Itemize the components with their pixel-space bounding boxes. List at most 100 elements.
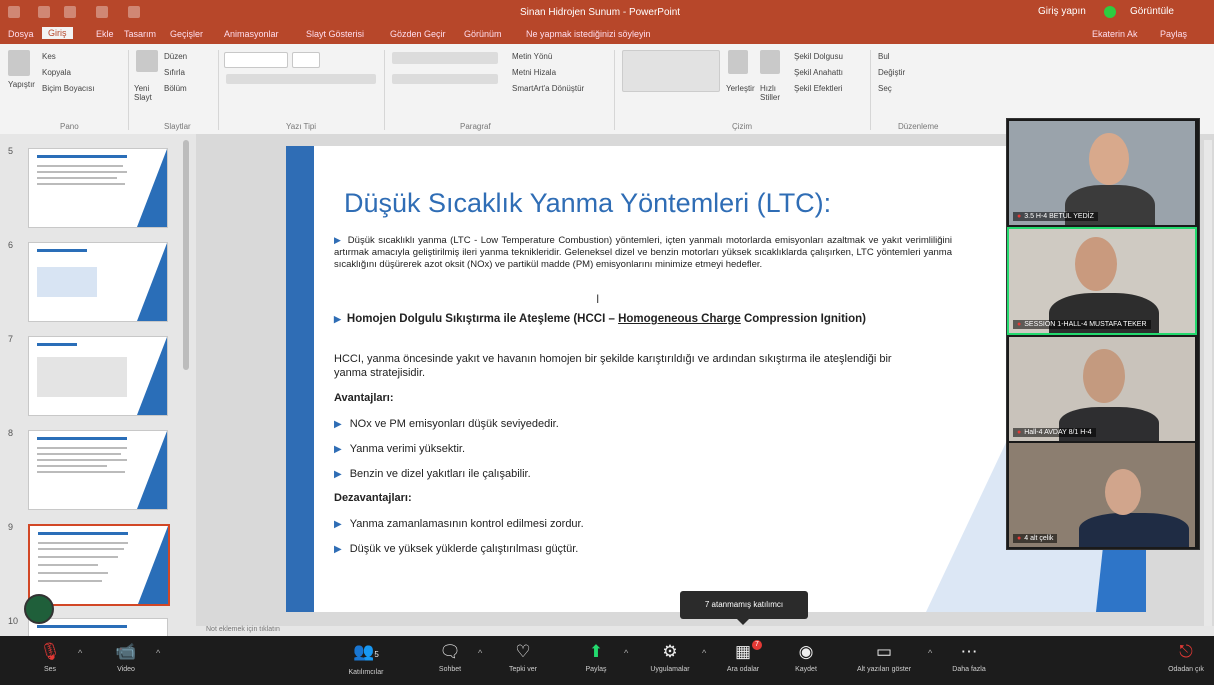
format-painter-button[interactable]: Biçim Boyacısı <box>42 84 94 93</box>
thumb-title <box>38 532 128 535</box>
save-icon[interactable] <box>8 6 20 18</box>
present-icon[interactable] <box>96 6 108 18</box>
share-options-caret[interactable]: ^ <box>624 648 628 658</box>
captions-options-caret[interactable]: ^ <box>928 648 932 658</box>
align-text-button[interactable]: Metni Hizala <box>512 68 556 77</box>
participants-icon: 👥5 <box>353 642 379 661</box>
advantages-heading[interactable]: Avantajları: <box>334 392 394 404</box>
tab-insert[interactable]: Ekle <box>96 29 114 39</box>
shape-outline-button[interactable]: Şekil Anahattı <box>794 68 843 77</box>
record-button[interactable]: ◉ Kaydet <box>786 638 826 682</box>
disadvantage-item[interactable]: ▶ Düşük ve yüksek yüklerde çalıştırılması… <box>334 543 578 555</box>
tab-file[interactable]: Dosya <box>8 29 34 39</box>
slide-title[interactable]: Düşük Sıcaklık Yanma Yöntemleri (LTC): <box>344 188 831 219</box>
disadvantages-heading[interactable]: Dezavantajları: <box>334 492 412 504</box>
find-button[interactable]: Bul <box>878 52 890 61</box>
customize-icon[interactable] <box>128 6 140 18</box>
slide-paragraph[interactable]: HCCI, yanma öncesinde yakıt ve havanın h… <box>334 352 914 380</box>
video-tile[interactable]: ● 4 alt çelik <box>1009 443 1195 547</box>
section-button[interactable]: Bölüm <box>164 84 187 93</box>
shape-effects-button[interactable]: Şekil Efektleri <box>794 84 842 93</box>
slide-accent-bar <box>286 146 314 612</box>
bullet-arrow-icon: ▶ <box>334 519 342 530</box>
captions-button[interactable]: ▭ Alt yazıları göster <box>844 638 924 682</box>
undo-icon[interactable] <box>38 6 50 18</box>
shape-fill-button[interactable]: Şekil Dolgusu <box>794 52 843 61</box>
tab-review[interactable]: Gözden Geçir <box>390 29 446 39</box>
redo-icon[interactable] <box>64 6 76 18</box>
leave-button[interactable]: ⎋ Odadan çık <box>1162 638 1210 682</box>
ribbon-search[interactable]: Ne yapmak istediğinizi söyleyin <box>526 29 651 39</box>
advantage-item[interactable]: ▶ Yanma verimi yüksektir. <box>334 443 465 455</box>
tab-animations[interactable]: Animasyonlar <box>224 29 279 39</box>
chat-options-caret[interactable]: ^ <box>478 648 482 658</box>
participants-label: Katılımcılar <box>348 669 384 676</box>
select-button[interactable]: Seç <box>878 84 892 93</box>
video-options-caret[interactable]: ^ <box>156 648 160 658</box>
apps-options-caret[interactable]: ^ <box>702 648 706 658</box>
font-family-select[interactable] <box>224 52 288 68</box>
audio-options-caret[interactable]: ^ <box>78 648 82 658</box>
video-tile-active-speaker[interactable]: ● SESSION 1-HALL-4 MUSTAFA TEKER <box>1007 227 1197 335</box>
floating-zoom-button[interactable] <box>24 594 54 624</box>
tab-view[interactable]: Görünüm <box>464 29 502 39</box>
tab-design[interactable]: Tasarım <box>124 29 156 39</box>
text-direction-button[interactable]: Metin Yönü <box>512 52 552 61</box>
paste-icon[interactable] <box>8 50 30 76</box>
quick-styles-button[interactable]: Hızlı Stiller <box>760 84 788 102</box>
display-button[interactable]: Görüntüle <box>1130 6 1174 17</box>
list-buttons[interactable] <box>392 52 498 64</box>
arrange-icon[interactable] <box>728 50 748 74</box>
thumbnails-scrollbar[interactable] <box>183 140 189 370</box>
chat-button[interactable]: 🗨 Sohbet <box>428 638 472 682</box>
advantage-item[interactable]: ▶ NOx ve PM emisyonları düşük seviyededir… <box>334 418 559 430</box>
slide-thumbnail-7[interactable] <box>28 336 168 416</box>
thumb-line <box>37 171 127 173</box>
tab-slideshow[interactable]: Slayt Gösterisi <box>306 29 364 39</box>
apps-button[interactable]: ⚙ Uygulamalar <box>640 638 700 682</box>
arrange-button[interactable]: Yerleştir <box>726 84 755 93</box>
react-button[interactable]: ♡ Tepki ver <box>498 638 548 682</box>
font-format-buttons[interactable] <box>226 74 376 84</box>
align-buttons[interactable] <box>392 74 498 84</box>
audio-label: Ses <box>43 666 57 673</box>
slide-thumbnails-panel: 5 6 7 8 9 10 <box>0 134 196 638</box>
video-button[interactable]: 📹 Video <box>104 638 148 682</box>
share-button[interactable]: Paylaş <box>1160 29 1187 39</box>
shapes-gallery[interactable] <box>622 50 720 92</box>
layout-button[interactable]: Düzen <box>164 52 187 61</box>
slide-thumbnail-8[interactable] <box>28 430 168 510</box>
thumb-accent <box>137 337 167 415</box>
slide-thumbnail-6[interactable] <box>28 242 168 322</box>
new-slide-icon[interactable] <box>136 50 158 72</box>
advantage-item[interactable]: ▶ Benzin ve dizel yakıtları ile çalışabil… <box>334 468 531 480</box>
disadvantage-text: Düşük ve yüksek yüklerde çalıştırılması … <box>349 543 579 555</box>
share-screen-icon: ⬆ <box>588 642 604 661</box>
copy-button[interactable]: Kopyala <box>42 68 71 77</box>
replace-button[interactable]: Değiştir <box>878 68 905 77</box>
slide-bullet[interactable]: ▶ Düşük sıcaklıklı yanma (LTC - Low Tempe… <box>334 234 952 271</box>
slide-thumbnail-10[interactable] <box>28 618 168 638</box>
slide-bullet[interactable]: ▶ Homojen Dolgulu Sıkıştırma ile Ateşleme… <box>334 312 952 326</box>
editor-scrollbar[interactable] <box>1204 140 1212 630</box>
video-tile[interactable]: ● 3.5 H-4 BETÜL YEDİZ <box>1009 121 1195 225</box>
new-slide-button[interactable]: Yeni Slayt <box>134 84 158 102</box>
participants-button[interactable]: 👥5 Katılımcılar <box>336 638 396 682</box>
slide-thumbnail-5[interactable] <box>28 148 168 228</box>
paste-button[interactable]: Yapıştır <box>8 80 35 89</box>
font-size-select[interactable] <box>292 52 320 68</box>
breakout-badge: 7 <box>752 640 762 650</box>
disadvantage-item[interactable]: ▶ Yanma zamanlamasının kontrol edilmesi z… <box>334 518 584 530</box>
tab-transitions[interactable]: Geçişler <box>170 29 203 39</box>
signin-link[interactable]: Giriş yapın <box>1038 6 1086 17</box>
slide-thumbnail-9[interactable] <box>28 524 170 606</box>
quick-styles-icon[interactable] <box>760 50 780 74</box>
video-tile[interactable]: ● Hall-4 AVDAY 8/1 H-4 <box>1009 337 1195 441</box>
cut-button[interactable]: Kes <box>42 52 56 61</box>
share-screen-button[interactable]: ⬆ Paylaş <box>576 638 616 682</box>
more-button[interactable]: ⋯ Daha fazla <box>944 638 994 682</box>
reset-button[interactable]: Sıfırla <box>164 68 185 77</box>
tab-home[interactable]: Giriş <box>42 27 73 39</box>
audio-button[interactable]: 🎙 Ses <box>30 638 70 682</box>
smartart-button[interactable]: SmartArt'a Dönüştür <box>512 84 584 93</box>
